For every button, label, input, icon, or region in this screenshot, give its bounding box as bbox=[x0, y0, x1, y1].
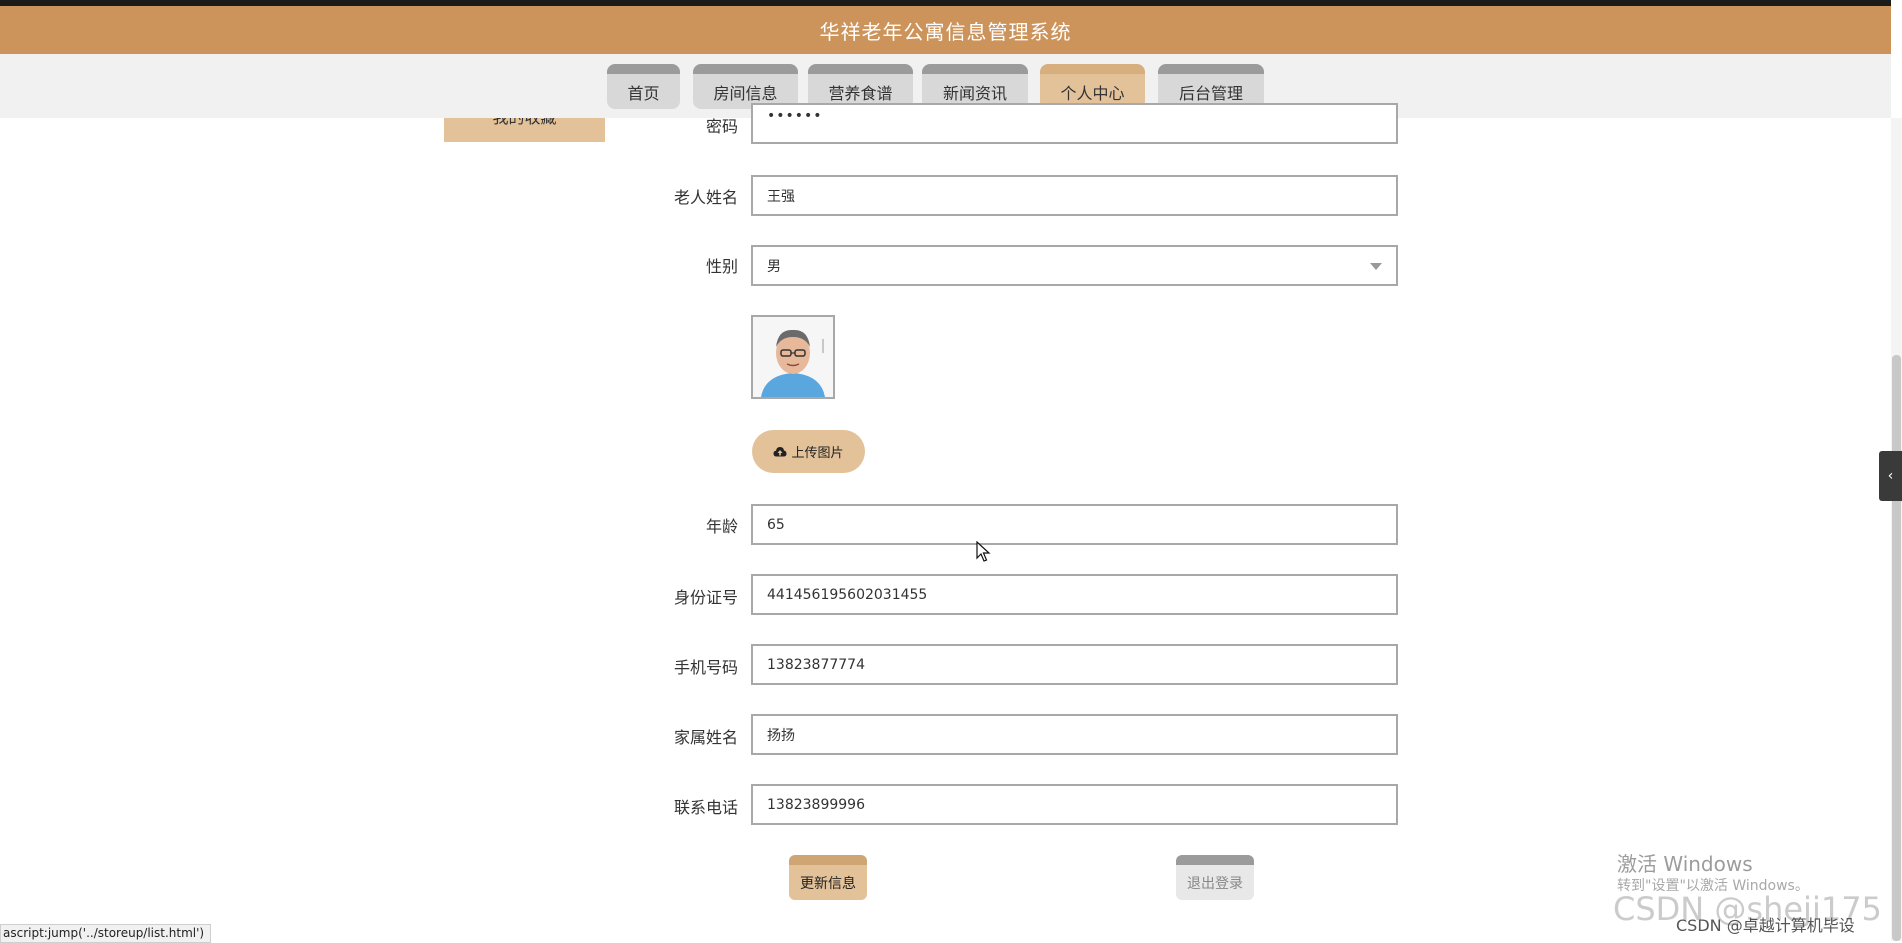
header-bar: 华祥老年公寓信息管理系统 bbox=[0, 0, 1891, 54]
family-name-label: 家属姓名 bbox=[673, 728, 738, 747]
phone-label: 手机号码 bbox=[673, 658, 738, 677]
windows-activation-title: 激活 Windows bbox=[1617, 852, 1753, 876]
name-value: 王强 bbox=[767, 188, 795, 205]
contact-phone-field[interactable]: 13823899996 bbox=[751, 784, 1398, 825]
scrollbar-thumb[interactable] bbox=[1892, 355, 1901, 941]
csdn-author-watermark: CSDN @卓越计算机毕设 bbox=[1676, 916, 1855, 935]
mouse-cursor-icon bbox=[976, 541, 991, 562]
sidebar-toggle-button[interactable]: ‹ bbox=[1879, 451, 1902, 501]
avatar-portrait-icon bbox=[753, 317, 833, 397]
status-bar-url: ascript:jump('../storeup/list.html') bbox=[0, 924, 212, 943]
phone-field[interactable]: 13823877774 bbox=[751, 644, 1398, 685]
cloud-upload-icon bbox=[773, 446, 787, 456]
gender-select[interactable]: 男 bbox=[751, 245, 1398, 286]
chevron-left-icon: ‹ bbox=[1887, 468, 1894, 484]
id-number-field[interactable]: 441456195602031455 bbox=[751, 574, 1398, 615]
avatar-photo bbox=[751, 315, 835, 399]
family-name-value: 扬扬 bbox=[767, 727, 795, 744]
contact-phone-label: 联系电话 bbox=[673, 798, 738, 817]
gender-value: 男 bbox=[767, 258, 781, 275]
age-label: 年龄 bbox=[705, 517, 738, 536]
age-value: 65 bbox=[767, 516, 785, 533]
name-field[interactable]: 王强 bbox=[751, 175, 1398, 216]
password-label: 密码 bbox=[705, 117, 738, 136]
age-field[interactable]: 65 bbox=[751, 504, 1398, 545]
nav-item-home[interactable]: 首页 bbox=[607, 64, 680, 109]
phone-value: 13823877774 bbox=[767, 656, 865, 673]
upload-image-label: 上传图片 bbox=[791, 446, 844, 461]
sidebar-item-favorites[interactable]: 我的收藏 bbox=[444, 118, 605, 142]
password-value: •••••• bbox=[767, 107, 823, 124]
site-title: 华祥老年公寓信息管理系统 bbox=[819, 19, 1072, 44]
update-info-button[interactable]: 更新信息 bbox=[789, 855, 867, 900]
password-field[interactable]: •••••• bbox=[751, 103, 1398, 144]
id-number-label: 身份证号 bbox=[673, 588, 738, 607]
logout-button[interactable]: 退出登录 bbox=[1176, 855, 1254, 900]
upload-image-button[interactable]: 上传图片 bbox=[752, 430, 865, 473]
gender-label: 性别 bbox=[705, 257, 738, 276]
sidebar-item-label: 我的收藏 bbox=[492, 118, 556, 127]
id-number-value: 441456195602031455 bbox=[767, 586, 928, 603]
name-label: 老人姓名 bbox=[673, 188, 738, 207]
chevron-down-icon bbox=[1370, 263, 1382, 270]
family-name-field[interactable]: 扬扬 bbox=[751, 714, 1398, 755]
contact-phone-value: 13823899996 bbox=[767, 796, 865, 813]
